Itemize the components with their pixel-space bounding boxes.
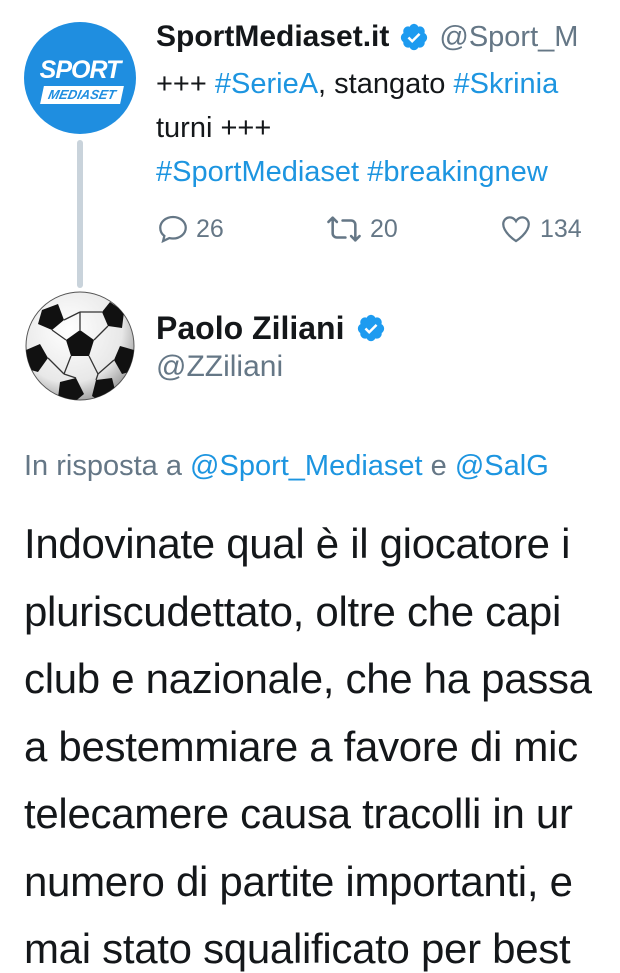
mention-link-sport-mediaset[interactable]: @Sport_Mediaset [190, 450, 423, 482]
tweet1-author-handle[interactable]: @Sport_M [439, 21, 578, 54]
avatar-mediaset-text: MEDIASET [40, 86, 124, 104]
body-line: mai stato squalificato per best [24, 925, 571, 972]
reply-icon [159, 215, 187, 244]
verified-badge-icon [358, 314, 385, 342]
thread-connector-line [77, 140, 83, 288]
verified-badge-icon [401, 23, 428, 51]
body-line: club e nazionale, che ha passa [24, 655, 592, 702]
body-line: telecamere causa tracolli in ur [24, 790, 573, 837]
tweet2-body: Indovinate qual è il giocatore i plurisc… [24, 510, 620, 973]
tweet1-text-segment [359, 156, 367, 188]
tweet1-text-segment: turni +++ [156, 112, 272, 144]
tweet2-author-handle[interactable]: @ZZiliani [156, 350, 283, 384]
reply-context: In risposta a @Sport_Mediaset e @SalG [24, 450, 549, 483]
retweet-count: 20 [370, 214, 398, 243]
hashtag-link[interactable]: #breakingnew [367, 156, 548, 188]
like-button[interactable]: 134 [498, 207, 582, 251]
tweet1-header: SportMediaset.it @Sport_M [156, 16, 578, 58]
reply-button[interactable]: 26 [156, 207, 224, 251]
soccer-ball-icon[interactable] [24, 290, 136, 402]
retweet-button[interactable]: 20 [324, 207, 398, 251]
sportmediaset-avatar[interactable]: SPORT MEDIASET [24, 22, 136, 134]
body-line: pluriscudettato, oltre che capi [24, 587, 562, 635]
tweet1-actions: 26 20 134 [156, 207, 620, 251]
hashtag-link[interactable]: #SerieA [215, 68, 318, 100]
reply-prefix: In risposta a [24, 450, 191, 482]
mention-link-salg[interactable]: @SalG [455, 450, 549, 482]
body-line: numero di partite importanti, e [24, 857, 573, 905]
hashtag-link[interactable]: #SportMediaset [156, 156, 359, 188]
body-line: Indovinate qual è il giocatore i [24, 520, 571, 567]
tweet1-text-line: turni +++ [156, 106, 620, 150]
tweet1-text-segment: , stangato [318, 68, 454, 100]
tweet1-author-name[interactable]: SportMediaset.it [156, 20, 389, 54]
tweet1-text-segment: +++ [156, 68, 215, 100]
avatar-sport-text: SPORT [39, 56, 122, 84]
retweet-icon [327, 216, 361, 242]
tweet2-author-name[interactable]: Paolo Ziliani [156, 310, 344, 347]
tweet1-text-line: #SportMediaset #breakingnew [156, 150, 620, 194]
like-count: 134 [540, 214, 582, 243]
reply-count: 26 [196, 214, 224, 243]
tweet2-header: Paolo Ziliani [156, 306, 386, 350]
hashtag-link[interactable]: #Skrinia [453, 68, 558, 100]
heart-icon [502, 216, 530, 243]
tweet1-text: +++ #SerieA, stangato #Skrinia turni +++ #… [156, 62, 620, 194]
reply-joiner: e [422, 450, 455, 482]
body-line: a bestemmiare a favore di mic [24, 722, 578, 770]
tweet1-text-line: +++ #SerieA, stangato #Skrinia [156, 62, 620, 106]
